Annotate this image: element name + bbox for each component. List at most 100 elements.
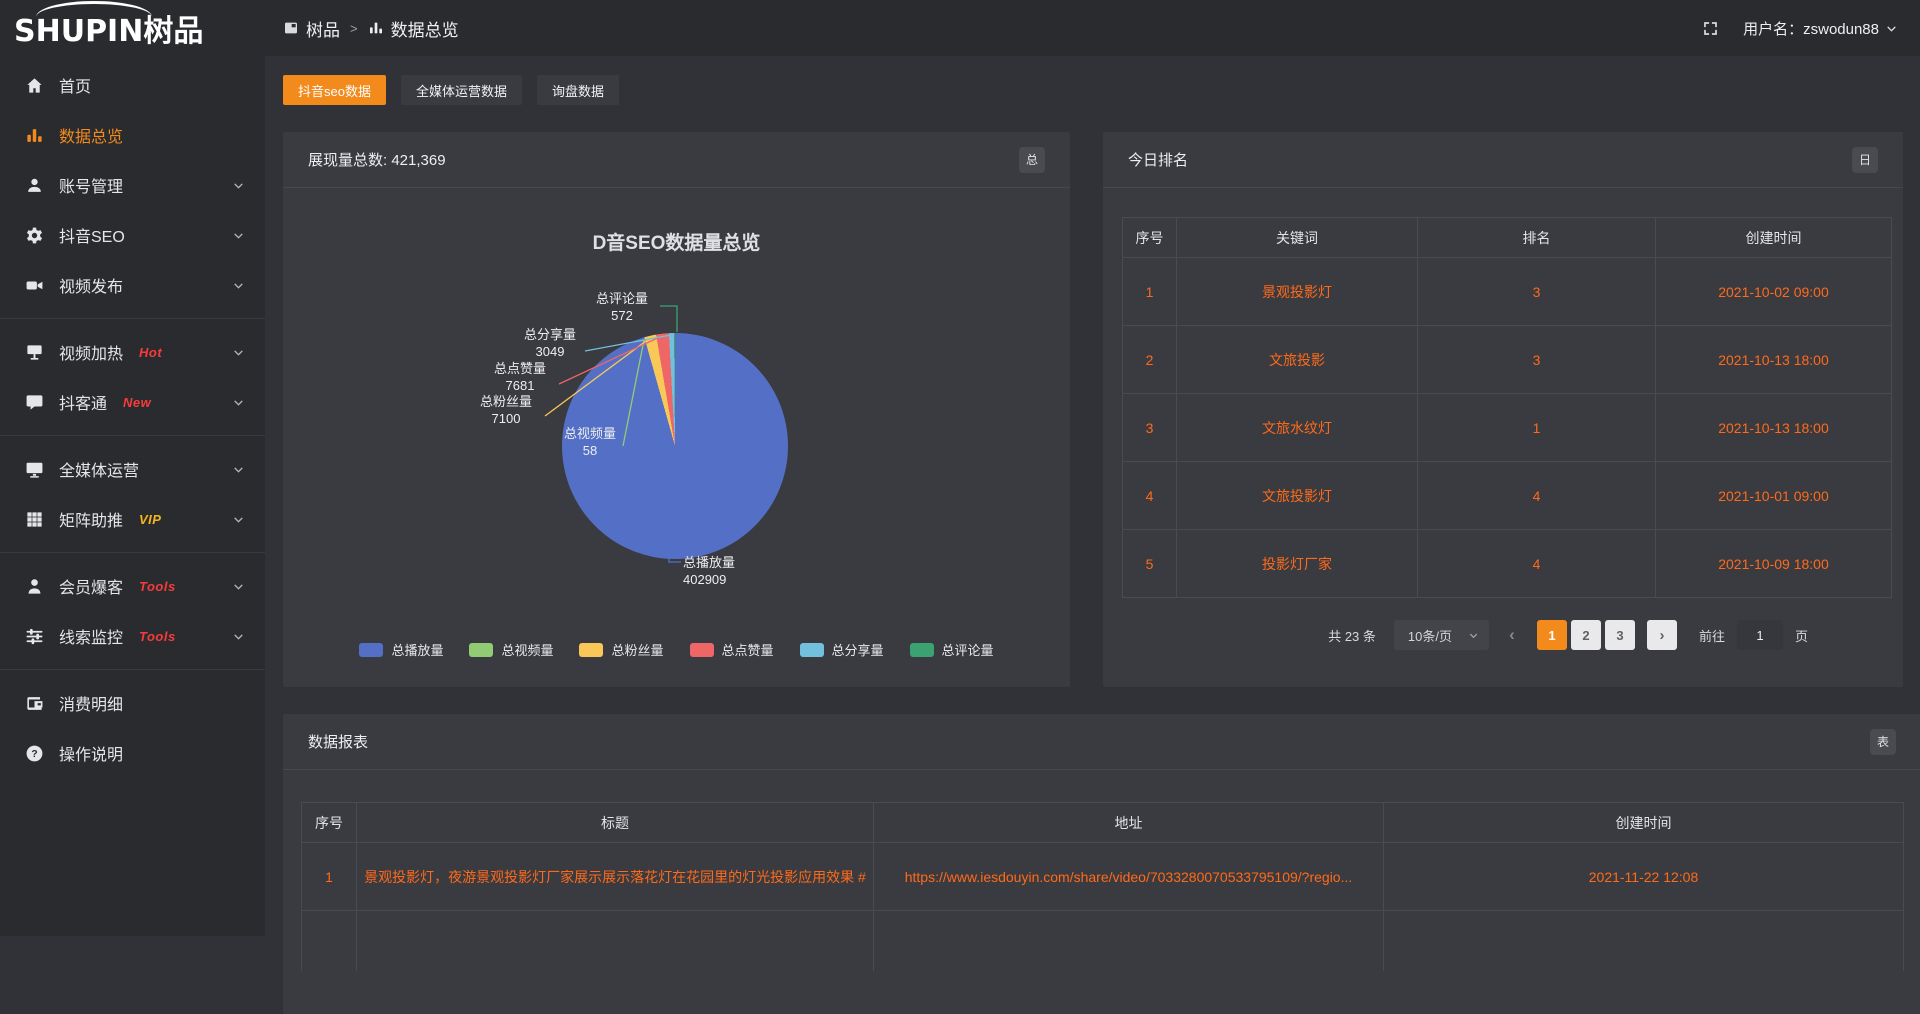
page-size-select[interactable]: 10条/页 xyxy=(1394,620,1489,650)
table-cell[interactable]: 2 xyxy=(1123,326,1177,394)
tab-media-ops-data[interactable]: 全媒体运营数据 xyxy=(401,75,522,105)
table-cell[interactable]: 4 xyxy=(1418,530,1656,598)
svg-text:?: ? xyxy=(31,749,37,760)
legend-item-4[interactable]: 总分享量 xyxy=(800,640,884,659)
main-content: 抖音seo数据全媒体运营数据询盘数据 展现量总数: 421,369 总 D音SE… xyxy=(265,56,1920,936)
table-cell[interactable]: 4 xyxy=(1123,462,1177,530)
grid-icon xyxy=(24,509,44,529)
report-table: 序号标题地址创建时间1景观投影灯，夜游景观投影灯厂家展示展示落花灯在花园里的灯光… xyxy=(301,802,1904,971)
sidebar-item-video-heat[interactable]: 视频加热Hot xyxy=(0,327,265,377)
topbar: SHUPIN树品 树品 > 数据总览 用户名：zswodun88 xyxy=(0,0,1920,56)
page-button-2[interactable]: 2 xyxy=(1571,620,1601,650)
sidebar-item-data-overview[interactable]: 数据总览 xyxy=(0,110,265,160)
next-page-button[interactable]: › xyxy=(1647,620,1677,650)
sidebar-item-home[interactable]: 首页 xyxy=(0,60,265,110)
table-cell[interactable]: 景观投影灯 xyxy=(1177,258,1418,326)
legend-item-2[interactable]: 总粉丝量 xyxy=(579,640,663,659)
legend-marker xyxy=(690,643,714,657)
ranking-panel: 今日排名 日 序号关键词排名创建时间1景观投影灯32021-10-02 09:0… xyxy=(1103,132,1903,687)
page-button-3[interactable]: 3 xyxy=(1605,620,1635,650)
sidebar-item-member-baoke[interactable]: 会员爆客Tools xyxy=(0,561,265,611)
sidebar-item-label: 操作说明 xyxy=(59,741,123,765)
table-cell[interactable]: 2021-10-09 18:00 xyxy=(1656,530,1892,598)
table-cell[interactable]: 2021-10-02 09:00 xyxy=(1656,258,1892,326)
goto-label: 前往 xyxy=(1699,626,1725,645)
user-icon xyxy=(24,175,44,195)
sidebar-item-consume-detail[interactable]: 消费明细 xyxy=(0,678,265,728)
table-cell[interactable]: 5 xyxy=(1123,530,1177,598)
chevron-down-icon xyxy=(232,580,245,593)
table-cell[interactable]: 1 xyxy=(302,843,357,911)
table-cell[interactable]: 1 xyxy=(1123,258,1177,326)
table-cell[interactable]: 2021-11-22 12:08 xyxy=(1384,843,1904,911)
table-cell[interactable]: 文旅投影灯 xyxy=(1177,462,1418,530)
sidebar-item-matrix-boost[interactable]: 矩阵助推VIP xyxy=(0,494,265,544)
pie-label-shares-total: 总分享量3049 xyxy=(505,326,595,360)
table-badge-button[interactable]: 表 xyxy=(1870,729,1896,755)
table-cell[interactable]: 2021-10-01 09:00 xyxy=(1656,462,1892,530)
sidebar-item-doukertong[interactable]: 抖客通New xyxy=(0,377,265,427)
table-cell[interactable]: 1 xyxy=(1418,394,1656,462)
tab-douyin-seo-data[interactable]: 抖音seo数据 xyxy=(283,75,386,105)
pie-connector-line xyxy=(669,554,681,562)
chevron-down-icon xyxy=(232,346,245,359)
table-cell[interactable]: 2021-10-13 18:00 xyxy=(1656,326,1892,394)
table-cell[interactable]: 4 xyxy=(1418,462,1656,530)
chevron-down-icon xyxy=(232,630,245,643)
sidebar-item-tag: Tools xyxy=(139,579,176,594)
prev-page-button[interactable]: ‹ xyxy=(1497,620,1527,650)
total-badge-button[interactable]: 总 xyxy=(1019,147,1045,173)
sidebar-divider xyxy=(0,318,265,319)
pagination: 共 23 条 10条/页 ‹ 123 › 前往 1 页 xyxy=(1103,620,1808,650)
table-cell[interactable]: 文旅水纹灯 xyxy=(1177,394,1418,462)
user-menu[interactable]: 用户名：zswodun88 xyxy=(1743,18,1898,39)
fullscreen-icon[interactable] xyxy=(1702,20,1719,37)
legend-label: 总评论量 xyxy=(942,640,994,659)
sidebar-item-douyin-seo[interactable]: 抖音SEO xyxy=(0,210,265,260)
breadcrumb-root[interactable]: 树品 xyxy=(283,16,340,41)
legend-label: 总分享量 xyxy=(832,640,884,659)
breadcrumb-current[interactable]: 数据总览 xyxy=(368,16,459,41)
report-panel: 数据报表 表 序号标题地址创建时间1景观投影灯，夜游景观投影灯厂家展示展示落花灯… xyxy=(283,714,1920,1014)
table-cell[interactable]: 2021-10-13 18:00 xyxy=(1656,394,1892,462)
breadcrumb: 树品 > 数据总览 xyxy=(283,16,459,41)
bar-chart-icon xyxy=(24,125,44,145)
sidebar-item-label: 全媒体运营 xyxy=(59,457,139,481)
sidebar-item-media-ops[interactable]: 全媒体运营 xyxy=(0,444,265,494)
sidebar-item-tag: VIP xyxy=(139,512,161,527)
daily-badge-button[interactable]: 日 xyxy=(1852,147,1878,173)
table-cell xyxy=(874,911,1384,971)
table-cell[interactable]: 3 xyxy=(1123,394,1177,462)
table-cell xyxy=(302,911,357,971)
table-cell[interactable]: 3 xyxy=(1418,258,1656,326)
sidebar-item-help[interactable]: ? 操作说明 xyxy=(0,728,265,778)
table-cell[interactable]: 景观投影灯，夜游景观投影灯厂家展示展示落花灯在花园里的灯光投影应用效果 # xyxy=(357,843,874,911)
sidebar-divider xyxy=(0,552,265,553)
table-cell[interactable]: 3 xyxy=(1418,326,1656,394)
page-button-1[interactable]: 1 xyxy=(1537,620,1567,650)
table-header-cell: 地址 xyxy=(874,803,1384,843)
sidebar-item-label: 消费明细 xyxy=(59,691,123,715)
ranking-panel-title: 今日排名 xyxy=(1128,149,1188,170)
table-cell[interactable]: https://www.iesdouyin.com/share/video/70… xyxy=(874,843,1384,911)
sidebar-item-video-publish[interactable]: 视频发布 xyxy=(0,260,265,310)
app-square-icon xyxy=(283,20,299,36)
pie-label-play-total: 总播放量402909 xyxy=(683,554,773,588)
table-header-cell: 序号 xyxy=(302,803,357,843)
table-cell[interactable]: 文旅投影 xyxy=(1177,326,1418,394)
table-cell[interactable]: 投影灯厂家 xyxy=(1177,530,1418,598)
legend-item-0[interactable]: 总播放量 xyxy=(359,640,443,659)
sidebar-item-account-manage[interactable]: 账号管理 xyxy=(0,160,265,210)
goto-page-input[interactable]: 1 xyxy=(1737,620,1783,650)
pie-label-video-total: 总视频量58 xyxy=(545,425,635,459)
sidebar-item-clue-monitor[interactable]: 线索监控Tools xyxy=(0,611,265,661)
legend-item-3[interactable]: 总点赞量 xyxy=(690,640,774,659)
legend-label: 总播放量 xyxy=(391,640,443,659)
table-cell xyxy=(1384,911,1904,971)
legend-item-5[interactable]: 总评论量 xyxy=(910,640,994,659)
tab-inquiry-data[interactable]: 询盘数据 xyxy=(537,75,619,105)
table-header-cell: 创建时间 xyxy=(1656,218,1892,258)
legend-item-1[interactable]: 总视频量 xyxy=(469,640,553,659)
dashboard-row: 展现量总数: 421,369 总 D音SEO数据量总览 总播放量402909 xyxy=(283,132,1903,687)
sidebar-item-tag: Tools xyxy=(139,629,176,644)
